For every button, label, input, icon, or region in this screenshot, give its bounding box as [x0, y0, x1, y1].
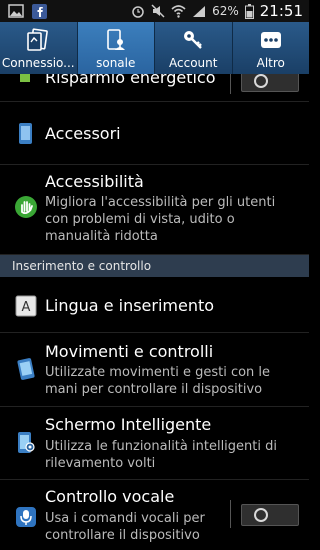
list-item-movimenti-controlli[interactable]: Movimenti e controlli Utilizzate movimen… — [0, 333, 309, 407]
item-title: Schermo Intelligente — [45, 415, 212, 434]
svg-text:A: A — [22, 300, 31, 315]
connections-icon — [27, 28, 49, 51]
item-subtitle: Utilizzate movimenti e gesti con le mani… — [45, 365, 271, 397]
item-title: Lingua e inserimento — [45, 296, 215, 315]
accessory-phone-icon — [19, 123, 32, 144]
status-bar: 62% 21:51 — [0, 0, 309, 22]
section-header-inserimento: Inserimento e controllo — [0, 255, 309, 277]
item-title: Risparmio energetico — [45, 74, 216, 87]
toggle-divider — [230, 74, 231, 94]
key-icon — [184, 31, 203, 49]
item-title: Controllo vocale — [45, 487, 175, 506]
tab-personale[interactable]: sonale — [77, 22, 155, 74]
list-item-lingua-inserimento[interactable]: A Lingua e inserimento — [0, 277, 309, 333]
settings-list: Risparmio energetico Accessori Accessibi… — [0, 74, 309, 550]
clock: 21:51 — [259, 2, 303, 20]
signal-icon — [193, 5, 206, 17]
battery-icon — [244, 3, 254, 19]
item-title: Movimenti e controlli — [45, 342, 214, 361]
accessibility-hand-icon — [15, 196, 37, 218]
tab-account[interactable]: Account — [155, 22, 233, 74]
facebook-icon — [32, 3, 47, 19]
battery-saver-icon — [14, 74, 38, 84]
toggle-knob — [254, 508, 268, 522]
tab-label: Account — [169, 56, 218, 70]
keyboard-letter-icon: A — [15, 295, 37, 317]
list-item-controllo-vocale[interactable]: Controllo vocale Usa i comandi vocali pe… — [0, 480, 309, 550]
controllo-vocale-toggle[interactable] — [241, 504, 299, 526]
item-subtitle: Usa i comandi vocali per controllare il … — [45, 511, 205, 543]
tab-label: Altro — [256, 56, 285, 70]
more-icon — [260, 32, 281, 48]
wifi-icon — [171, 4, 186, 18]
list-item-risparmio-energetico[interactable]: Risparmio energetico — [0, 74, 309, 102]
smart-screen-icon — [18, 432, 35, 453]
item-subtitle: Utilizza le funzionalità intelligenti di… — [45, 439, 277, 471]
toggle-knob — [254, 74, 268, 88]
gallery-icon — [8, 4, 24, 18]
list-item-accessibilita[interactable]: Accessibilità Migliora l'accessibilità p… — [0, 165, 309, 255]
tab-label: sonale — [96, 56, 136, 70]
risparmio-energetico-toggle[interactable] — [241, 74, 299, 92]
item-title: Accessibilità — [45, 172, 144, 191]
device-icon — [106, 29, 125, 50]
microphone-icon — [16, 507, 36, 527]
alarm-icon — [132, 6, 144, 18]
mute-icon — [151, 4, 165, 18]
settings-tab-bar: Connessio... sonale Account Altro — [0, 22, 309, 74]
motion-phone-icon — [17, 358, 35, 380]
list-item-schermo-intelligente[interactable]: Schermo Intelligente Utilizza le funzion… — [0, 407, 309, 480]
item-subtitle: Migliora l'accessibilità per gli utenti … — [45, 195, 276, 244]
tab-altro[interactable]: Altro — [233, 22, 310, 74]
tab-label: Connessio... — [1, 56, 75, 70]
tab-connessioni[interactable]: Connessio... — [0, 22, 78, 74]
battery-percent: 62% — [212, 4, 239, 18]
toggle-divider — [230, 500, 231, 528]
item-title: Accessori — [45, 124, 121, 143]
list-item-accessori[interactable]: Accessori — [0, 102, 309, 165]
